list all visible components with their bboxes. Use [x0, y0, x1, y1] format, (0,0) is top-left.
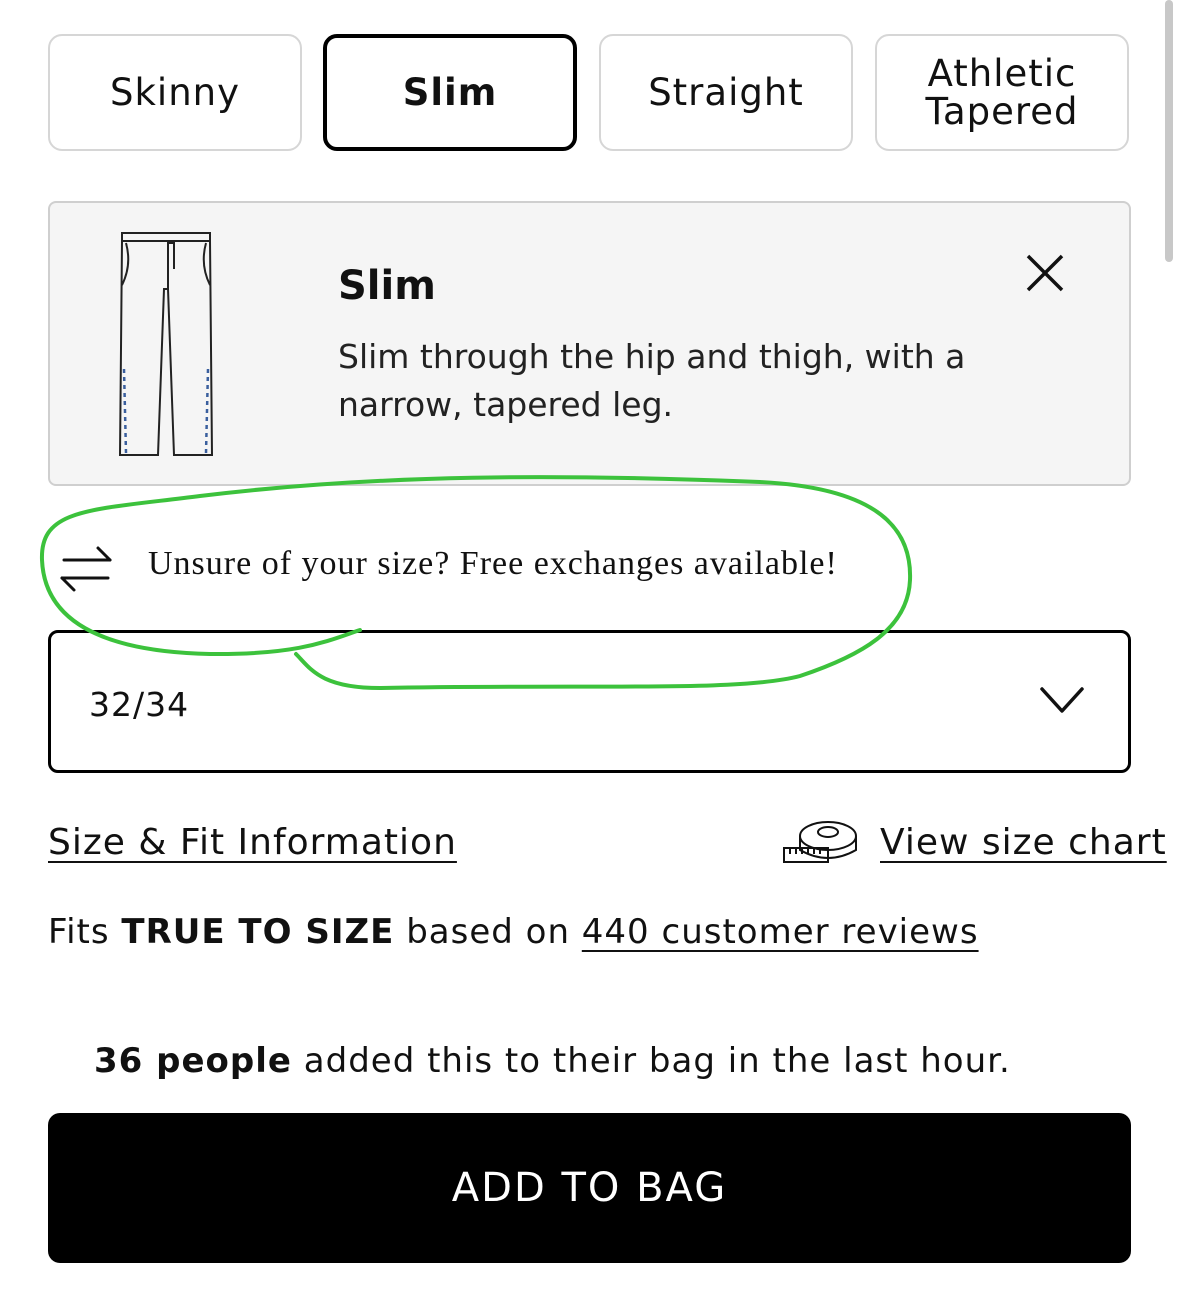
exchange-note: Unsure of your size? Free exchanges avai…: [148, 545, 838, 582]
fit-tab-slim[interactable]: Slim: [323, 34, 577, 151]
exchange-arrows-icon: [60, 546, 112, 592]
fit-rating-middle: based on: [394, 912, 582, 952]
fit-tab-athletic-tapered[interactable]: Athletic Tapered: [875, 34, 1129, 151]
view-size-chart-link[interactable]: View size chart: [880, 822, 1167, 863]
fit-tab-label: Slim: [402, 70, 498, 114]
social-proof: 36 people added this to their bag in the…: [94, 1041, 1011, 1081]
fit-tab-straight[interactable]: Straight: [599, 34, 853, 151]
social-proof-text: added this to their bag in the last hour…: [291, 1041, 1011, 1081]
tape-measure-icon: [783, 821, 857, 863]
fit-rating-value: TRUE TO SIZE: [121, 912, 395, 952]
fit-rating-prefix: Fits: [48, 912, 122, 952]
fit-tab-label: Straight: [648, 70, 804, 114]
size-select[interactable]: 32/34: [48, 630, 1131, 773]
customer-reviews-link[interactable]: 440 customer reviews: [582, 912, 979, 952]
size-fit-info-link[interactable]: Size & Fit Information: [48, 822, 457, 863]
fit-tab-label: Athletic Tapered: [925, 51, 1079, 133]
fit-tab-skinny[interactable]: Skinny: [48, 34, 302, 151]
fit-tab-label: Skinny: [110, 70, 240, 114]
fit-panel-title: Slim: [338, 263, 436, 309]
size-select-value: 32/34: [89, 685, 190, 724]
scrollbar[interactable]: [1165, 0, 1173, 262]
chevron-down-icon: [1040, 687, 1084, 713]
fit-panel-description: Slim through the hip and thigh, with a n…: [338, 337, 966, 424]
fit-description-panel: Slim Slim through the hip and thigh, wit…: [48, 201, 1131, 486]
social-proof-count: 36 people: [94, 1041, 292, 1081]
close-icon[interactable]: [1025, 253, 1065, 293]
add-to-bag-button[interactable]: ADD TO BAG: [48, 1113, 1131, 1263]
pants-icon: [118, 232, 214, 456]
add-to-bag-label: ADD TO BAG: [451, 1165, 728, 1211]
fit-rating: Fits TRUE TO SIZE based on 440 customer …: [48, 912, 979, 952]
